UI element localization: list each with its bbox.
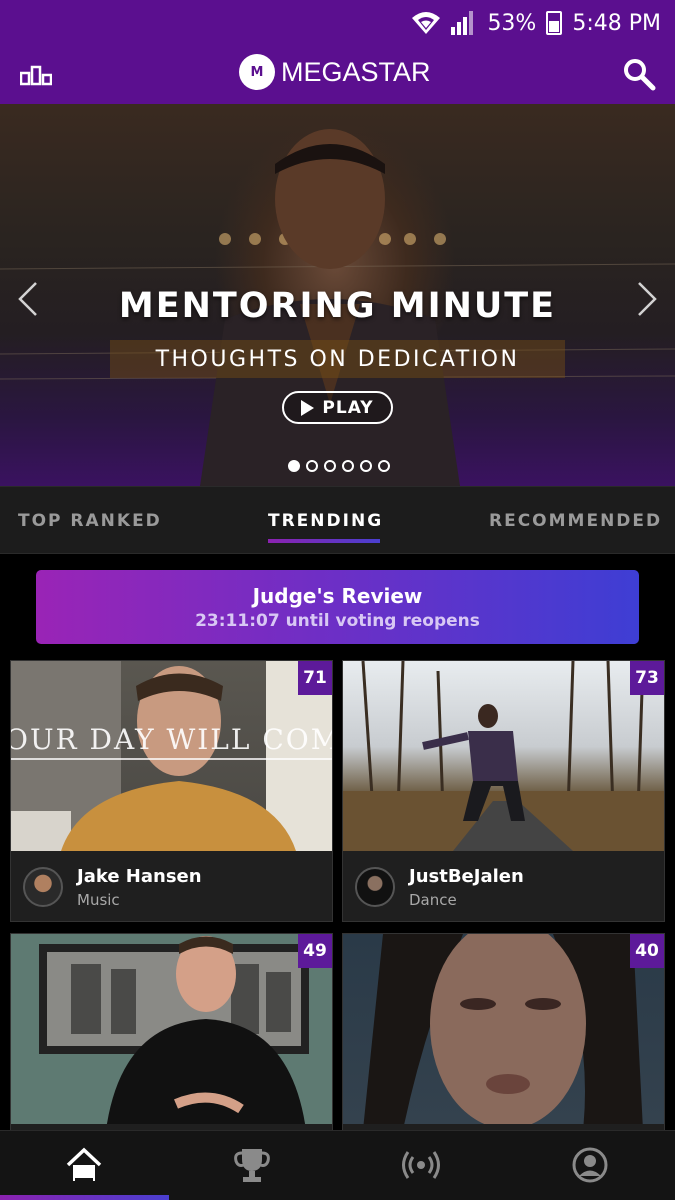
- carousel-dot[interactable]: [378, 460, 390, 472]
- carousel-dot[interactable]: [360, 460, 372, 472]
- profile-icon[interactable]: [570, 1145, 610, 1185]
- hero-title: MENTORING MINUTE: [118, 286, 557, 326]
- play-button[interactable]: PLAY: [282, 391, 393, 424]
- active-tab-indicator: [268, 539, 380, 543]
- logo-badge-letter: M: [250, 64, 264, 80]
- carousel-next-icon[interactable]: [633, 279, 661, 319]
- thumbnail-image: [11, 661, 332, 851]
- hero-subtitle: THOUGHTS ON DEDICATION: [155, 346, 520, 372]
- play-icon: [301, 399, 315, 416]
- logo-text: MEGASTAR: [281, 56, 431, 87]
- active-nav-indicator: [0, 1195, 169, 1200]
- tab-bar: TOP RANKED TRENDING RECOMMENDED: [0, 486, 675, 554]
- thumbnail-image: [39, 936, 309, 1124]
- user-category: Dance: [409, 891, 457, 909]
- trophy-icon[interactable]: [232, 1145, 272, 1185]
- hero-subtitle-box: THOUGHTS ON DEDICATION: [110, 340, 565, 378]
- video-thumbnail[interactable]: OUR DAY WILL COME 71: [11, 661, 332, 851]
- review-title: Judge's Review: [252, 584, 423, 608]
- megastar-logo: M MEGASTAR: [239, 52, 431, 92]
- carousel-prev-icon[interactable]: [14, 279, 42, 319]
- hero-carousel[interactable]: MENTORING MINUTE THOUGHTS ON DEDICATION …: [0, 104, 675, 486]
- tab-recommended[interactable]: RECOMMENDED: [489, 511, 662, 531]
- battery-icon: [546, 11, 563, 35]
- score-badge: 40: [630, 934, 664, 968]
- status-bar: 53% 5:48 PM: [0, 0, 675, 46]
- video-card[interactable]: OUR DAY WILL COME 71 Jake Hansen Music: [10, 660, 333, 922]
- search-icon[interactable]: [621, 56, 657, 92]
- bottom-nav: [0, 1130, 675, 1200]
- ranking-icon[interactable]: [20, 64, 52, 86]
- score-badge: 73: [630, 661, 664, 695]
- wifi-icon: [412, 12, 441, 34]
- avatar[interactable]: [23, 867, 63, 907]
- carousel-dots: [288, 460, 390, 472]
- video-thumbnail[interactable]: 49: [11, 934, 332, 1124]
- carousel-dot[interactable]: [342, 460, 354, 472]
- card-info: JustBeJalen Dance: [343, 851, 664, 921]
- video-thumbnail[interactable]: 40: [343, 934, 664, 1124]
- home-icon[interactable]: [64, 1145, 104, 1185]
- play-label: PLAY: [322, 397, 374, 418]
- video-overlay-text: OUR DAY WILL COME: [11, 723, 332, 756]
- app-header: M MEGASTAR: [0, 46, 675, 104]
- score-badge: 49: [298, 934, 332, 968]
- thumbnail-image: [363, 934, 643, 1124]
- carousel-dot[interactable]: [324, 460, 336, 472]
- avatar[interactable]: [355, 867, 395, 907]
- video-card[interactable]: 40: [342, 933, 665, 1130]
- user-name[interactable]: Jake Hansen: [77, 866, 202, 887]
- score-badge: 71: [298, 661, 332, 695]
- live-icon[interactable]: [401, 1145, 441, 1185]
- video-thumbnail[interactable]: 73: [343, 661, 664, 851]
- battery-percent: 53%: [487, 10, 537, 36]
- tab-top-ranked[interactable]: TOP RANKED: [18, 511, 162, 531]
- video-card[interactable]: 49: [10, 933, 333, 1130]
- judges-review-banner[interactable]: Judge's Review 23:11:07 until voting reo…: [36, 570, 639, 644]
- clock: 5:48 PM: [572, 10, 661, 36]
- card-info: Jake Hansen Music: [11, 851, 332, 921]
- user-category: Music: [77, 891, 120, 909]
- thumbnail-image: [343, 661, 664, 851]
- user-name[interactable]: JustBeJalen: [409, 866, 524, 887]
- carousel-dot[interactable]: [288, 460, 300, 472]
- signal-icon: [451, 11, 474, 35]
- carousel-dot[interactable]: [306, 460, 318, 472]
- video-card[interactable]: 73 JustBeJalen Dance: [342, 660, 665, 922]
- tab-trending[interactable]: TRENDING: [268, 511, 383, 531]
- review-countdown: 23:11:07 until voting reopens: [195, 611, 480, 631]
- logo-badge: M: [239, 54, 275, 90]
